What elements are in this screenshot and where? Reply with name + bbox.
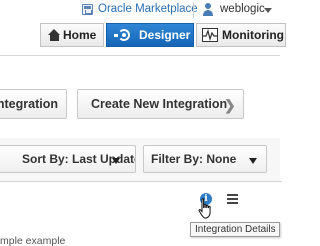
create-new-integration-button[interactable]: Create New Integration ❯ (77, 89, 244, 119)
tab-monitoring-label: Monitoring (222, 28, 284, 42)
filter-by-dropdown[interactable]: Filter By: None (143, 145, 267, 173)
home-icon (48, 29, 61, 41)
monitoring-icon (202, 28, 218, 42)
sort-by-dropdown[interactable]: Sort By: Last Update (0, 145, 136, 173)
import-integration-button[interactable]: Integration (0, 89, 67, 119)
integration-description: mple example (0, 235, 66, 246)
user-menu-name[interactable]: weblogic (220, 3, 265, 15)
tab-monitoring[interactable]: Monitoring (196, 23, 286, 47)
designer-icon (114, 28, 134, 42)
chevron-down-icon[interactable] (264, 8, 272, 13)
filter-by-label: Filter By: None (151, 152, 237, 166)
oracle-marketplace-link[interactable]: Oracle Marketplace (98, 3, 198, 15)
integration-details-tooltip: Integration Details (190, 222, 280, 237)
hand-cursor-icon (198, 198, 211, 219)
tab-designer-label: Designer (139, 28, 191, 42)
caret-down-icon (112, 158, 120, 164)
header-divider (193, 2, 194, 18)
create-new-integration-label: Create New Integration (91, 97, 228, 111)
hamburger-menu-icon[interactable] (227, 194, 238, 205)
top-header: Oracle Marketplace weblogic Home Designe… (0, 0, 286, 56)
tab-designer[interactable]: Designer (106, 23, 194, 47)
marketplace-icon (82, 4, 93, 15)
caret-down-icon (249, 158, 257, 164)
chevron-right-icon: ❯ (224, 97, 236, 113)
user-icon (203, 3, 213, 17)
tab-home-label: Home (63, 28, 97, 42)
tab-home[interactable]: Home (40, 23, 104, 47)
import-integration-label: Integration (0, 97, 58, 111)
